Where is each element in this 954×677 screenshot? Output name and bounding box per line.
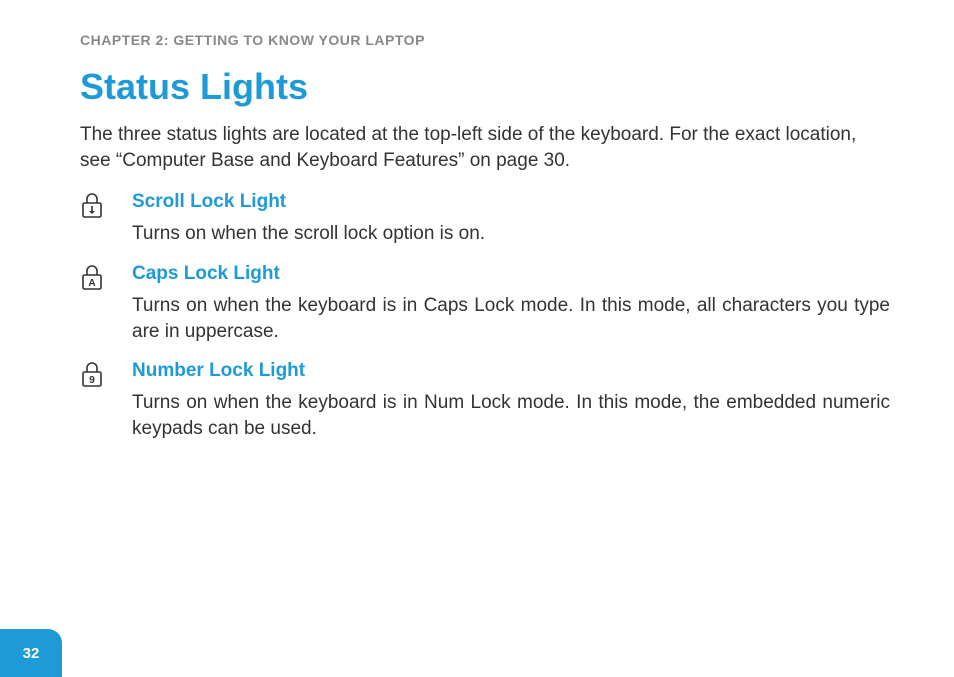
list-item: A Caps Lock Light Turns on when the keyb…: [80, 263, 890, 354]
item-description: Turns on when the keyboard is in Num Loc…: [132, 390, 890, 441]
status-lights-list: Scroll Lock Light Turns on when the scro…: [80, 191, 890, 451]
list-item: Scroll Lock Light Turns on when the scro…: [80, 191, 890, 257]
caps-lock-icon: A: [80, 263, 108, 291]
item-title: Number Lock Light: [132, 360, 890, 382]
svg-text:A: A: [88, 278, 95, 289]
intro-paragraph: The three status lights are located at t…: [80, 122, 890, 173]
item-title: Scroll Lock Light: [132, 191, 890, 213]
scroll-lock-icon: [80, 191, 108, 219]
num-lock-icon: 9: [80, 360, 108, 388]
item-description: Turns on when the scroll lock option is …: [132, 221, 890, 247]
item-title: Caps Lock Light: [132, 263, 890, 285]
item-description: Turns on when the keyboard is in Caps Lo…: [132, 293, 890, 344]
page-number: 32: [0, 629, 62, 677]
page-title: Status Lights: [80, 66, 890, 108]
list-item: 9 Number Lock Light Turns on when the ke…: [80, 360, 890, 451]
chapter-label: CHAPTER 2: GETTING TO KNOW YOUR LAPTOP: [80, 32, 890, 48]
svg-text:9: 9: [89, 375, 95, 386]
document-page: CHAPTER 2: GETTING TO KNOW YOUR LAPTOP S…: [0, 0, 954, 677]
